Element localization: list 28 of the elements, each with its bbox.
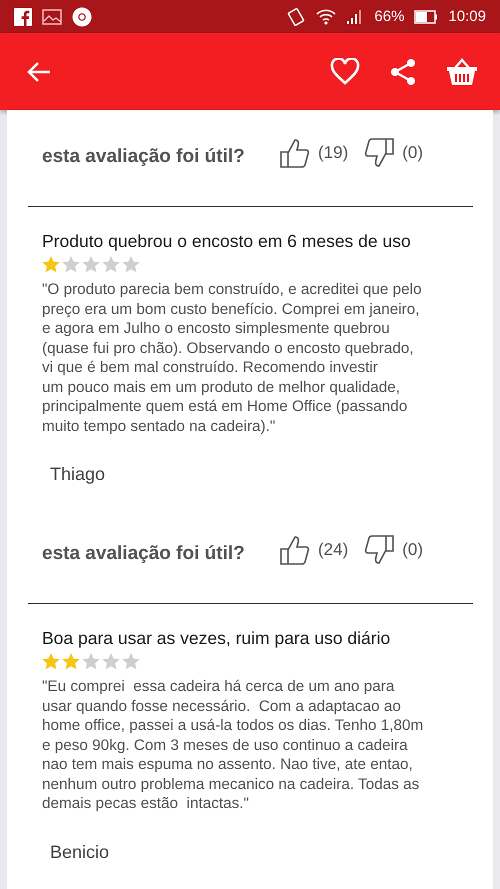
review-author: Benicio: [50, 842, 110, 862]
review-text: "Eu comprei essa cadeira há cerca de um ano para usar quando fosse necessário. Com a adaptacao ao home office, passei a usá-la todos os dias. Tenho 1,80m e peso 90kg. Com 3 meses de uso continuo a cadeira nao tem mais espuma no assento. Nao tive, ate entao, nenhum outro problema mecanico na cadeira. Todas as demais pecas estão intactas.": [42, 677, 424, 814]
wifi-icon: [316, 8, 336, 26]
review-title: Produto quebrou o encosto em 6 meses de uso: [42, 231, 412, 252]
back-button[interactable]: [26, 60, 52, 82]
image-icon: [42, 8, 62, 24]
vibrate-icon: [286, 6, 306, 26]
helpful-question: esta avaliação foi útil?: [42, 543, 246, 565]
browser-icon: [72, 6, 92, 26]
helpful-question: esta avaliação foi útil?: [42, 146, 246, 168]
thumbs-up-icon[interactable]: [278, 533, 312, 567]
dislike-count: (0): [402, 540, 424, 560]
battery-percent: 66%: [374, 8, 404, 25]
basket-icon[interactable]: [446, 56, 478, 88]
dislike-count: (0): [402, 143, 424, 163]
heart-icon[interactable]: [330, 58, 360, 85]
review-title: Boa para usar as vezes, ruim para uso diário: [42, 628, 392, 649]
review-author: Thiago: [50, 464, 106, 485]
thumbs-up-icon[interactable]: [278, 136, 312, 170]
review-text: "O produto parecia bem construído, e acreditei que pelo preço era um bom custo benefício. Comprei em janeiro, e agora em Julho o encosto simplesmente quebrou (quase fui pro chão). Observando o encosto quebrado, vi que é bem mal construído. Recomendo investir um pouco mais em um produto de melhor qualidade, principalmente quem está em Home Office (passando muito tempo sentado na cadeira).": [42, 280, 423, 436]
facebook-icon: [14, 8, 32, 26]
share-icon[interactable]: [390, 58, 416, 86]
thumbs-down-icon[interactable]: [362, 136, 396, 170]
battery-icon: [414, 10, 438, 24]
like-count: (19): [318, 143, 348, 163]
thumbs-down-icon[interactable]: [362, 533, 396, 567]
like-count: (24): [318, 540, 348, 560]
clock: 10:09: [448, 8, 486, 25]
